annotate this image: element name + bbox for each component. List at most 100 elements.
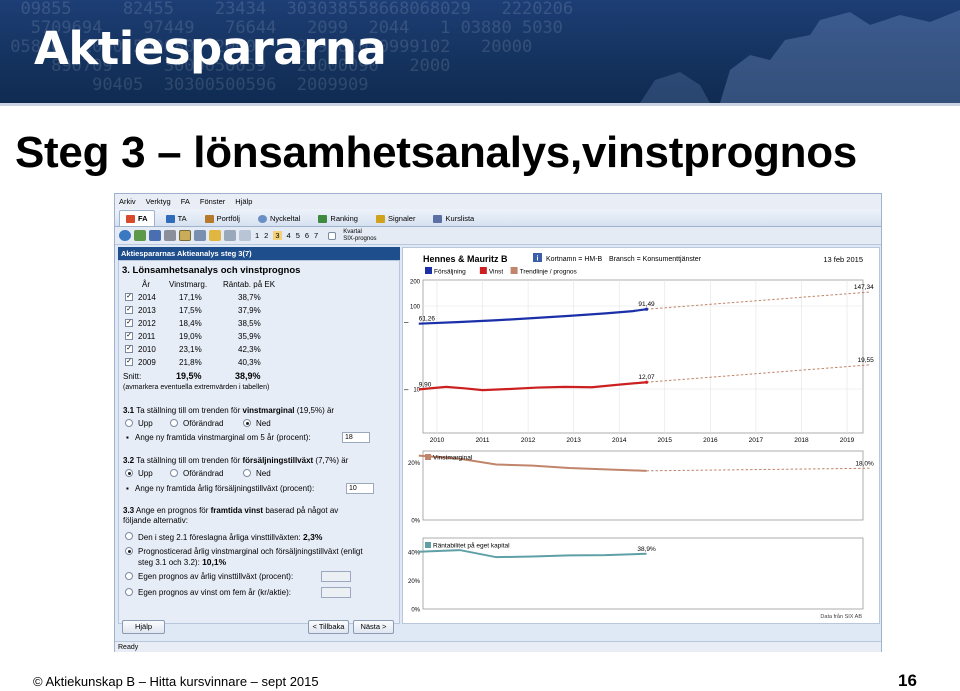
q31-label-oforandrad: Oförändrad bbox=[183, 419, 224, 428]
tab-portfolj[interactable]: Portfölj bbox=[198, 210, 247, 226]
q31-label-upp: Upp bbox=[138, 419, 153, 428]
tab-kurslista[interactable]: Kurslista bbox=[426, 210, 481, 226]
refresh-icon[interactable] bbox=[134, 230, 146, 241]
q33-radio-option4[interactable] bbox=[125, 588, 133, 596]
tab-ta[interactable]: TA bbox=[159, 210, 194, 226]
step-4-button[interactable]: 4 bbox=[287, 231, 291, 240]
row-checkbox[interactable]: ✓ bbox=[125, 306, 133, 314]
row-year: 2010 bbox=[138, 345, 156, 354]
step-2-button[interactable]: 2 bbox=[264, 231, 268, 240]
row-roe: 40,3% bbox=[238, 358, 261, 367]
globe-icon[interactable] bbox=[119, 230, 131, 241]
copy-icon[interactable] bbox=[239, 230, 251, 241]
x-tick-label: 2016 bbox=[703, 437, 718, 444]
menu-hjalp[interactable]: Hjälp bbox=[235, 197, 252, 206]
data-label: 38,9% bbox=[637, 546, 656, 553]
x-tick-label: 2014 bbox=[612, 437, 627, 444]
wrench-icon[interactable] bbox=[164, 230, 176, 241]
x-tick-label: 2010 bbox=[430, 437, 445, 444]
tab-nyckeltal[interactable]: Nyckeltal bbox=[251, 210, 307, 226]
row-roe: 37,9% bbox=[238, 306, 261, 315]
menu-verktyg[interactable]: Verktyg bbox=[146, 197, 171, 206]
data-label: 147,34 bbox=[854, 284, 874, 291]
q33-radio-option1[interactable] bbox=[125, 532, 133, 540]
q31-title: 3.1 Ta ställning till om trenden för vin… bbox=[123, 406, 335, 415]
q32-label-oforandrad: Oförändrad bbox=[183, 469, 224, 478]
step-5-button[interactable]: 5 bbox=[296, 231, 300, 240]
panel-body: 3. Lönsamhetsanalys och vinstprognos År … bbox=[118, 260, 400, 624]
row-checkbox[interactable]: ✓ bbox=[125, 345, 133, 353]
q32-bullet: ▪ bbox=[126, 484, 129, 493]
q33-subtitle: följande alternativ: bbox=[123, 516, 188, 525]
tab-fa[interactable]: FA bbox=[119, 210, 155, 226]
header-banner: 09855 82455 23434 303038558668068029 222… bbox=[0, 0, 960, 103]
q33-option2-line2: steg 3.1 och 3.2): 10,1% bbox=[138, 557, 227, 567]
data-label: 12,07 bbox=[638, 374, 655, 381]
analysis-panel: Aktiespararnas Aktieanalys steg 3(7) 3. … bbox=[118, 247, 400, 624]
next-button[interactable]: Nästa > bbox=[353, 620, 394, 634]
aktiespararna-logo: Aktiespararna bbox=[34, 22, 387, 75]
grid-icon[interactable] bbox=[194, 230, 206, 241]
document-icon[interactable] bbox=[179, 230, 191, 241]
open-folder-icon[interactable] bbox=[209, 230, 221, 241]
tab-ranking[interactable]: Ranking bbox=[311, 210, 365, 226]
y-tick-label: 100 bbox=[410, 305, 421, 311]
avg-margin: 19,5% bbox=[176, 371, 202, 381]
q32-label-ned: Ned bbox=[256, 469, 271, 478]
q33-radio-option2[interactable] bbox=[125, 547, 133, 555]
chart2-frame bbox=[422, 450, 864, 521]
row-checkbox[interactable]: ✓ bbox=[125, 332, 133, 340]
q32-radio-ned[interactable] bbox=[243, 469, 251, 477]
row-checkbox[interactable]: ✓ bbox=[125, 319, 133, 327]
q32-input-label: Ange ny framtida årlig försäljningstillv… bbox=[135, 484, 315, 493]
q31-margin-input[interactable]: 18 bbox=[342, 432, 370, 443]
step-1-button[interactable]: 1 bbox=[255, 231, 259, 240]
q33-own-profit-input[interactable] bbox=[321, 587, 351, 598]
menu-fonster[interactable]: Fönster bbox=[200, 197, 225, 206]
y-tick-label: 20% bbox=[408, 579, 421, 585]
magnifier-icon bbox=[257, 214, 267, 223]
checkbox-kvartal[interactable] bbox=[328, 231, 337, 240]
q31-radio-ned[interactable] bbox=[243, 419, 251, 427]
q31-radio-upp[interactable] bbox=[125, 419, 133, 427]
chart-panel: Hennes & Mauritz B i Kortnamn = HM-B Bransc… bbox=[402, 247, 880, 624]
q33-title: 3.3 Ange en prognos för framtida vinst b… bbox=[123, 506, 339, 515]
step-7-button[interactable]: 7 bbox=[314, 231, 318, 240]
tab-signaler[interactable]: Signaler bbox=[369, 210, 423, 226]
back-button[interactable]: < Tillbaka bbox=[308, 620, 349, 634]
data-label: 19,55 bbox=[857, 357, 874, 364]
row-year: 2014 bbox=[138, 293, 156, 302]
menu-arkiv[interactable]: Arkiv bbox=[119, 197, 136, 206]
series-line-försäljning bbox=[418, 308, 647, 325]
section-title: 3. Lönsamhetsanalys och vinstprognos bbox=[122, 265, 301, 276]
menu-fa[interactable]: FA bbox=[181, 197, 190, 206]
toolbar: 1 2 3 4 5 6 7 Kvartal SIX-prognos bbox=[115, 227, 881, 245]
chart-company-title: Hennes & Mauritz B bbox=[423, 254, 508, 264]
row-roe: 35,9% bbox=[238, 332, 261, 341]
y-tick-label: 0% bbox=[411, 519, 420, 525]
help-button[interactable]: Hjälp bbox=[122, 620, 165, 634]
q33-own-growth-input[interactable] bbox=[321, 571, 351, 582]
x-tick-label: 2013 bbox=[566, 437, 581, 444]
y-marker: – bbox=[404, 385, 409, 394]
step-6-button[interactable]: 6 bbox=[305, 231, 309, 240]
q31-radio-oforandrad[interactable] bbox=[170, 419, 178, 427]
q32-radio-upp[interactable] bbox=[125, 469, 133, 477]
q32-growth-input[interactable]: 10 bbox=[346, 483, 374, 494]
data-label: 9,90 bbox=[419, 381, 432, 388]
y-tick-label: 20% bbox=[408, 461, 421, 467]
x-tick-label: 2019 bbox=[840, 437, 855, 444]
q31-bullet: ▪ bbox=[126, 433, 129, 442]
q33-radio-option3[interactable] bbox=[125, 572, 133, 580]
data-point bbox=[644, 380, 649, 384]
info-icon[interactable] bbox=[149, 230, 161, 241]
row-year: 2012 bbox=[138, 319, 156, 328]
row-checkbox[interactable]: ✓ bbox=[125, 293, 133, 301]
row-checkbox[interactable]: ✓ bbox=[125, 358, 133, 366]
edit-icon[interactable] bbox=[224, 230, 236, 241]
app-window: Arkiv Verktyg FA Fönster Hjälp FA TA Por… bbox=[114, 193, 882, 652]
q33-option4: Egen prognos av vinst om fem år (kr/akti… bbox=[138, 588, 291, 597]
q32-radio-oforandrad[interactable] bbox=[170, 469, 178, 477]
tab-bar: FA TA Portfölj Nyckeltal Ranking Signale… bbox=[115, 209, 881, 227]
step-3-button[interactable]: 3 bbox=[273, 231, 282, 240]
